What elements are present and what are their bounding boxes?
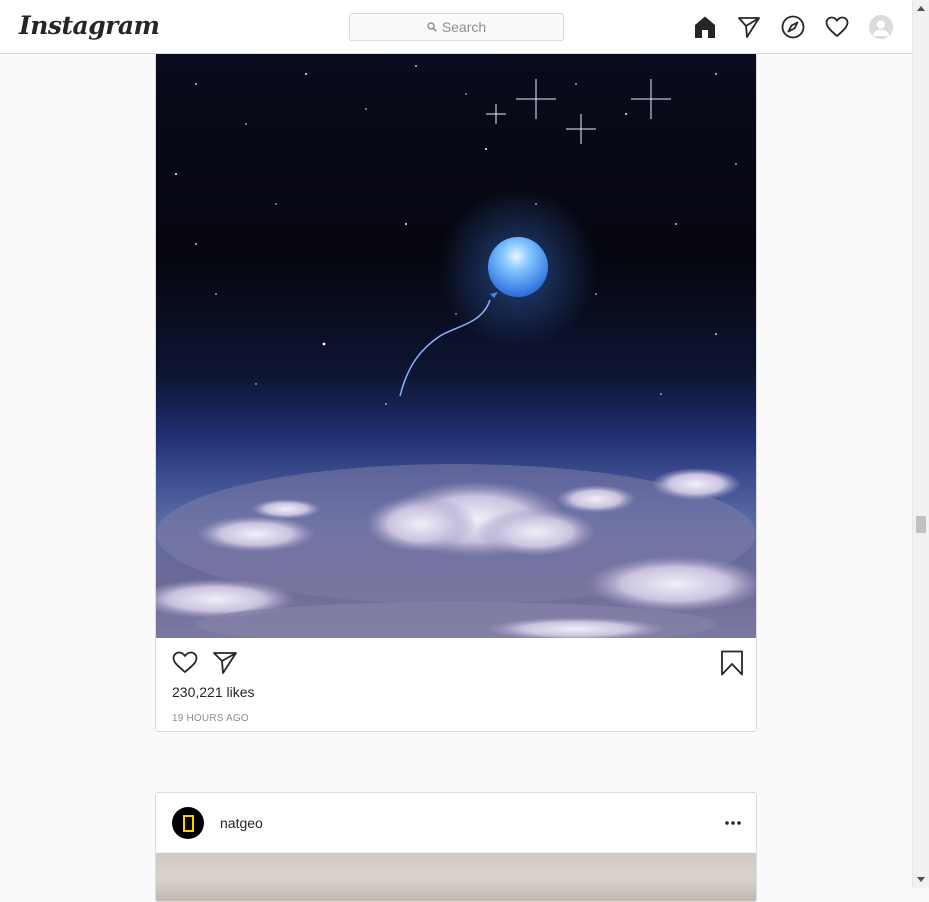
- search-icon: [427, 22, 437, 32]
- home-icon[interactable]: [692, 14, 718, 40]
- post-action-bar: [172, 650, 744, 681]
- profile-avatar[interactable]: [868, 14, 894, 40]
- post-header: natgeo: [156, 793, 756, 853]
- like-heart-icon[interactable]: [172, 650, 198, 679]
- avatar-placeholder-icon: [869, 15, 893, 39]
- explore-icon[interactable]: [780, 14, 806, 40]
- search-placeholder: Search: [441, 19, 487, 35]
- top-navigation-bar: Instagram Search: [0, 0, 912, 54]
- post-timestamp[interactable]: 19 HOURS AGO: [172, 713, 249, 724]
- scroll-thumb[interactable]: [916, 516, 926, 533]
- share-direct-icon[interactable]: [212, 650, 238, 679]
- nav-icons: [692, 14, 912, 40]
- vertical-scrollbar[interactable]: [912, 0, 929, 888]
- save-bookmark-icon[interactable]: [720, 650, 744, 681]
- user-avatar[interactable]: [172, 807, 204, 839]
- instagram-logo[interactable]: Instagram: [19, 11, 160, 40]
- direct-icon[interactable]: [736, 14, 762, 40]
- activity-heart-icon[interactable]: [824, 14, 850, 40]
- scroll-down-arrow-icon[interactable]: [917, 877, 925, 882]
- post-username[interactable]: natgeo: [220, 815, 263, 831]
- search-input[interactable]: Search: [349, 13, 564, 41]
- post-image[interactable]: [156, 54, 756, 638]
- more-options-icon[interactable]: [722, 813, 744, 833]
- likes-count[interactable]: 230,221 likes: [172, 684, 255, 700]
- feed-post: natgeo: [155, 792, 757, 902]
- post-image[interactable]: [156, 853, 756, 901]
- scroll-up-arrow-icon[interactable]: [917, 6, 925, 11]
- natgeo-logo-icon: [182, 814, 194, 832]
- feed-post: 230,221 likes 19 HOURS AGO: [155, 54, 757, 732]
